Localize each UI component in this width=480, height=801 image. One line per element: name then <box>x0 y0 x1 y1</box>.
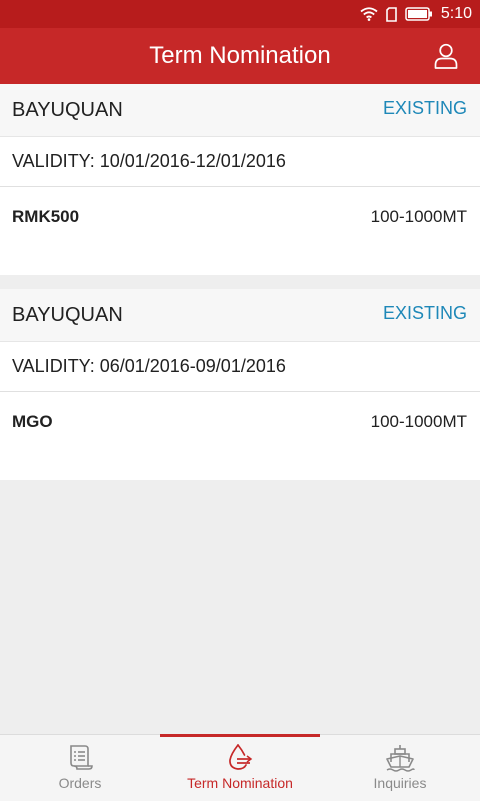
status-icons: 5:10 <box>360 4 472 24</box>
port-name: BAYUQUAN <box>12 99 123 121</box>
product-name: RMK500 <box>12 207 80 226</box>
nav-item-inquiries[interactable]: Inquiries <box>320 735 480 801</box>
fuel-drop-icon <box>229 744 253 770</box>
card-header: BAYUQUAN EXISTING <box>0 84 480 137</box>
product-quantity: 100-1000MT <box>370 207 467 226</box>
nav-item-term-nomination[interactable]: Term Nomination <box>160 734 320 801</box>
status-bar: 5:10 <box>0 0 480 28</box>
app-bar: Term Nomination <box>0 28 480 84</box>
nav-label-term-nomination: Term Nomination <box>187 775 293 791</box>
ship-icon <box>386 745 415 772</box>
product-quantity: 100-1000MT <box>370 412 467 431</box>
wifi-icon <box>360 7 378 21</box>
battery-icon <box>405 7 432 21</box>
product-row: MGO 100-1000MT <box>0 392 480 480</box>
sim-card-icon <box>386 6 397 22</box>
card-header: BAYUQUAN EXISTING <box>0 289 480 342</box>
profile-button[interactable] <box>432 42 460 70</box>
user-icon <box>434 43 458 69</box>
clock: 5:10 <box>440 5 472 22</box>
page-title: Term Nomination <box>149 42 331 69</box>
nav-label-orders: Orders <box>58 775 102 791</box>
status-label: EXISTING <box>382 98 467 118</box>
nomination-card[interactable]: BAYUQUAN EXISTING VALIDITY: 06/01/2016-0… <box>0 289 480 480</box>
validity-period: VALIDITY: 10/01/2016-12/01/2016 <box>0 137 480 187</box>
status-label: EXISTING <box>382 303 467 323</box>
nav-item-orders[interactable]: Orders <box>0 735 160 801</box>
nomination-list: BAYUQUAN EXISTING VALIDITY: 10/01/2016-1… <box>0 84 480 494</box>
nomination-card[interactable]: BAYUQUAN EXISTING VALIDITY: 10/01/2016-1… <box>0 84 480 275</box>
port-name: BAYUQUAN <box>12 304 123 326</box>
orders-list-icon <box>70 745 93 770</box>
product-row: RMK500 100-1000MT <box>0 187 480 275</box>
nav-label-inquiries: Inquiries <box>373 775 427 791</box>
validity-period: VALIDITY: 06/01/2016-09/01/2016 <box>0 342 480 392</box>
bottom-navigation: Orders Term Nomination Inquiries <box>0 734 480 801</box>
product-name: MGO <box>12 412 53 431</box>
